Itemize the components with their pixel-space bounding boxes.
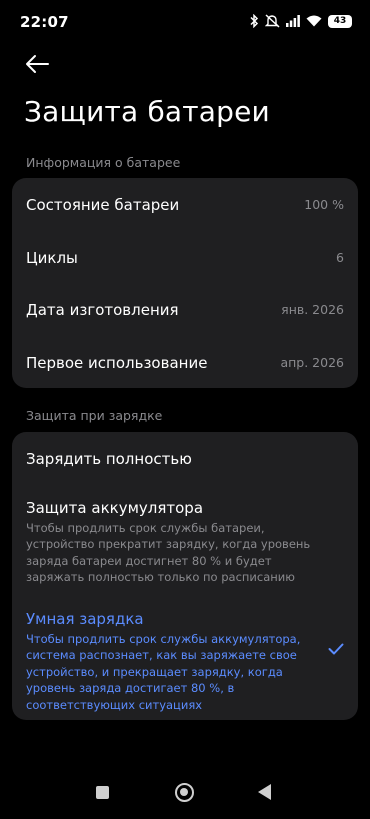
arrow-left-icon xyxy=(26,55,49,73)
battery-health-label: Состояние батареи xyxy=(26,195,180,214)
battery-protection-title: Защита аккумулятора xyxy=(26,499,204,517)
charge-fully-option[interactable]: Зарядить полностью xyxy=(12,449,358,469)
back-button[interactable] xyxy=(20,50,54,78)
manufacture-date-row[interactable]: Дата изготовления янв. 2026 xyxy=(12,283,358,336)
smart-charging-description: Чтобы продлить срок службы аккумулятора,… xyxy=(26,632,301,712)
mute-icon xyxy=(265,14,280,28)
status-icons: 43 xyxy=(249,14,352,28)
cycles-row[interactable]: Циклы 6 xyxy=(12,231,358,284)
signal-icon xyxy=(286,15,300,27)
navigation-bar xyxy=(0,769,370,819)
manufacture-date-value: янв. 2026 xyxy=(281,302,344,317)
battery-icon: 43 xyxy=(328,14,352,28)
battery-level: 43 xyxy=(333,15,347,26)
back-icon[interactable] xyxy=(258,784,271,800)
wifi-icon xyxy=(306,15,322,27)
first-use-label: Первое использование xyxy=(26,353,208,372)
bluetooth-icon xyxy=(250,14,259,28)
charging-section-title: Защита при зарядке xyxy=(26,408,163,423)
battery-health-row[interactable]: Состояние батареи 100 % xyxy=(12,178,358,231)
battery-protection-option[interactable]: Защита аккумулятора Чтобы продлить срок … xyxy=(12,498,358,586)
manufacture-date-label: Дата изготовления xyxy=(26,300,179,319)
charge-fully-title: Зарядить полностью xyxy=(26,450,192,468)
battery-health-value: 100 % xyxy=(304,197,344,212)
charging-options-card: Зарядить полностью Защита аккумулятора Ч… xyxy=(12,432,358,720)
smart-charging-option[interactable]: Умная зарядка Чтобы продлить срок службы… xyxy=(12,609,358,713)
page-title: Защита батареи xyxy=(24,95,270,128)
home-icon[interactable] xyxy=(175,783,194,802)
battery-info-section-title: Информация о батарее xyxy=(26,155,181,170)
status-bar: 22:07 43 xyxy=(0,0,370,44)
first-use-value: апр. 2026 xyxy=(280,355,344,370)
smart-charging-title: Умная зарядка xyxy=(26,610,144,628)
battery-info-card: Состояние батареи 100 % Циклы 6 Дата изг… xyxy=(12,178,358,388)
first-use-row[interactable]: Первое использование апр. 2026 xyxy=(12,336,358,389)
checkmark-icon xyxy=(328,643,344,655)
battery-protection-description: Чтобы продлить срок службы батареи, устр… xyxy=(26,521,311,585)
status-time: 22:07 xyxy=(20,13,69,31)
cycles-label: Циклы xyxy=(26,248,78,267)
cycles-value: 6 xyxy=(336,250,344,265)
recents-icon[interactable] xyxy=(96,786,109,799)
